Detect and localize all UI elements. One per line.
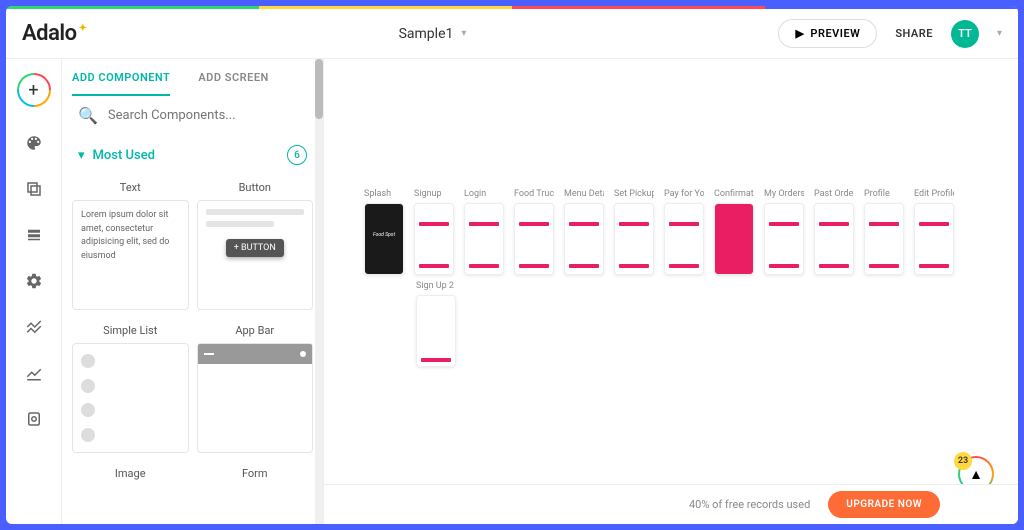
component-panel: ADD COMPONENT ADD SCREEN 🔍 ▾ Most Used 6… [62, 59, 324, 524]
component-form[interactable]: Form [197, 461, 314, 486]
component-image[interactable]: Image [72, 461, 189, 486]
left-nav: + [6, 59, 62, 524]
tab-add-screen[interactable]: ADD SCREEN [198, 71, 269, 96]
logo-icon: ▲ [969, 466, 983, 483]
screen-label: Splash [364, 189, 404, 199]
add-button[interactable]: + [17, 73, 51, 107]
screen-label: Set Pickup [614, 189, 654, 199]
component-button[interactable]: Button + BUTTON [197, 175, 314, 310]
chevron-down-icon[interactable]: ▾ [997, 28, 1002, 39]
preview-button[interactable]: ▶ PREVIEW [778, 19, 877, 48]
screen-thumb[interactable] [664, 203, 704, 275]
screen-label: Profile [864, 189, 904, 199]
screen-thumb[interactable] [714, 203, 754, 275]
screen-thumb[interactable]: Food Spot [364, 203, 404, 275]
chevron-down-icon: ▾ [78, 148, 85, 163]
screen-thumb[interactable] [864, 203, 904, 275]
section-count: 6 [287, 145, 307, 165]
canvas[interactable]: Splash Food Spot Signup Login Food Truck Menu… [324, 59, 1018, 524]
screen-thumb[interactable] [414, 203, 454, 275]
database-icon[interactable] [24, 225, 44, 245]
play-icon: ▶ [795, 27, 804, 40]
screen-thumb[interactable] [464, 203, 504, 275]
publish-icon[interactable] [24, 409, 44, 429]
analytics-icon[interactable] [24, 317, 44, 337]
project-selector[interactable]: Sample1 ▾ [87, 26, 779, 42]
footer-bar: 40% of free records used UPGRADE NOW [324, 484, 1018, 524]
screen-thumb[interactable] [814, 203, 854, 275]
screen-label: Signup [414, 189, 454, 199]
tab-add-component[interactable]: ADD COMPONENT [72, 71, 170, 96]
screen-thumb[interactable] [914, 203, 954, 275]
panel-scrollbar[interactable] [315, 59, 323, 524]
screen-label: Past Order [814, 189, 854, 199]
component-text[interactable]: Text Lorem ipsum dolor sit amet, consect… [72, 175, 189, 310]
section-most-used[interactable]: ▾ Most Used 6 [62, 135, 323, 175]
chart-icon[interactable] [24, 363, 44, 383]
screen-thumb[interactable] [764, 203, 804, 275]
screen-thumb[interactable] [614, 203, 654, 275]
screen-label: Edit Profile [914, 189, 954, 199]
screen-label: Food Truck [514, 189, 554, 199]
user-avatar[interactable]: TT [951, 20, 979, 48]
logo: Adalo [22, 21, 87, 46]
settings-icon[interactable] [24, 271, 44, 291]
screen-thumb[interactable] [416, 295, 456, 367]
search-icon: 🔍 [78, 106, 98, 125]
screen-thumb[interactable] [564, 203, 604, 275]
upgrade-button[interactable]: UPGRADE NOW [828, 491, 940, 518]
screens-icon[interactable] [24, 179, 44, 199]
component-simple-list[interactable]: Simple List [72, 318, 189, 453]
app-header: Adalo Sample1 ▾ ▶ PREVIEW SHARE TT ▾ [6, 9, 1018, 59]
notification-count: 23 [954, 452, 972, 470]
screen-label: My Orders [764, 189, 804, 199]
search-input[interactable] [108, 108, 307, 123]
search-row: 🔍 [62, 96, 323, 135]
component-app-bar[interactable]: App Bar [197, 318, 314, 453]
share-button[interactable]: SHARE [895, 27, 933, 40]
screen-label: Confirmati [714, 189, 754, 199]
project-name: Sample1 [399, 26, 454, 42]
screen-label: Sign Up 2 [416, 281, 456, 291]
chevron-down-icon: ▾ [461, 28, 466, 39]
screen-label: Menu Deta [564, 189, 604, 199]
screen-label: Login [464, 189, 504, 199]
palette-icon[interactable] [24, 133, 44, 153]
records-usage-text: 40% of free records used [689, 498, 810, 511]
screen-label: Pay for You [664, 189, 704, 199]
screen-thumb[interactable] [514, 203, 554, 275]
